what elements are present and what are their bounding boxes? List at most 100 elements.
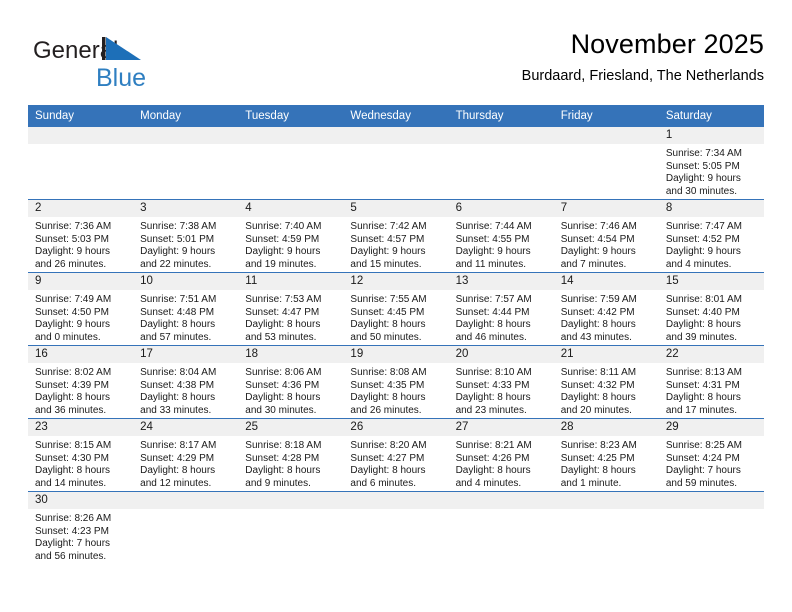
calendar-week-row: 2 Sunrise: 7:36 AM Sunset: 5:03 PM Daylight… xyxy=(28,199,764,273)
sunrise-text: Sunrise: 8:23 AM xyxy=(560,440,637,451)
day-details: Sunrise: 8:18 AM Sunset: 4:28 PM Daylight:… xyxy=(238,436,343,490)
calendar-day-cell[interactable]: 18 Sunrise: 8:06 AM Sunset: 4:36 PM Dayligh… xyxy=(238,345,344,419)
brand-bar-icon xyxy=(102,37,106,60)
day-number-placeholder xyxy=(658,492,764,509)
daylight-text-line2: and 26 minutes. xyxy=(35,258,107,270)
daylight-text-line1: Daylight: 8 hours xyxy=(35,392,111,404)
day-details: Sunrise: 7:40 AM Sunset: 4:59 PM Daylight:… xyxy=(238,217,343,271)
day-number: 8 xyxy=(658,200,764,217)
day-number: 15 xyxy=(658,273,764,290)
daylight-text-line2: and 39 minutes. xyxy=(665,331,738,343)
calendar-empty-cell xyxy=(343,491,449,564)
sunrise-text: Sunrise: 8:25 AM xyxy=(665,440,742,451)
daylight-text-line1: Daylight: 7 hours xyxy=(35,538,111,550)
calendar-empty-cell xyxy=(553,127,659,200)
day-details: Sunrise: 8:23 AM Sunset: 4:25 PM Daylight:… xyxy=(554,436,659,490)
calendar-day-cell[interactable]: 6 Sunrise: 7:44 AM Sunset: 4:55 PM Daylight… xyxy=(448,199,554,273)
calendar-day-cell[interactable]: 21 Sunrise: 8:11 AM Sunset: 4:32 PM Dayligh… xyxy=(553,345,659,419)
calendar-day-cell[interactable]: 19 Sunrise: 8:08 AM Sunset: 4:35 PM Dayligh… xyxy=(343,345,449,419)
calendar-day-cell[interactable]: 14 Sunrise: 7:59 AM Sunset: 4:42 PM Dayligh… xyxy=(553,272,659,346)
calendar-empty-cell xyxy=(658,491,764,564)
calendar-empty-cell xyxy=(343,127,449,200)
sunset-text: Sunset: 4:47 PM xyxy=(245,306,320,318)
day-number-placeholder xyxy=(28,127,134,144)
calendar-day-cell[interactable]: 29 Sunrise: 8:25 AM Sunset: 4:24 PM Dayligh… xyxy=(658,418,764,492)
calendar-day-cell[interactable]: 30 Sunrise: 8:26 AM Sunset: 4:23 PM Dayligh… xyxy=(28,491,134,564)
daylight-text-line2: and 9 minutes. xyxy=(245,477,311,489)
daylight-text-line2: and 50 minutes. xyxy=(350,331,422,343)
calendar-empty-cell xyxy=(448,127,554,200)
day-number: 24 xyxy=(133,419,239,436)
calendar-day-cell[interactable]: 1 Sunrise: 7:34 AM Sunset: 5:05 PM Daylight… xyxy=(658,127,764,200)
daylight-text-line2: and 12 minutes. xyxy=(140,477,212,489)
daylight-text-line1: Daylight: 8 hours xyxy=(560,392,636,404)
daylight-text-line2: and 22 minutes. xyxy=(140,258,212,270)
sunrise-text: Sunrise: 8:17 AM xyxy=(140,440,217,451)
day-number: 1 xyxy=(658,127,764,144)
sunrise-text: Sunrise: 7:42 AM xyxy=(350,221,427,232)
sunrise-text: Sunrise: 7:36 AM xyxy=(35,221,112,232)
sunrise-text: Sunrise: 8:15 AM xyxy=(35,440,112,451)
calendar-day-cell[interactable]: 24 Sunrise: 8:17 AM Sunset: 4:29 PM Dayligh… xyxy=(133,418,239,492)
calendar-day-cell[interactable]: 27 Sunrise: 8:21 AM Sunset: 4:26 PM Dayligh… xyxy=(448,418,554,492)
calendar-day-cell[interactable]: 11 Sunrise: 7:53 AM Sunset: 4:47 PM Dayligh… xyxy=(238,272,344,346)
calendar-day-cell[interactable]: 26 Sunrise: 8:20 AM Sunset: 4:27 PM Dayligh… xyxy=(343,418,449,492)
calendar-day-cell[interactable]: 23 Sunrise: 8:15 AM Sunset: 4:30 PM Dayligh… xyxy=(28,418,134,492)
title-block: November 2025 Burdaard, Friesland, The N… xyxy=(522,28,764,86)
calendar-day-cell[interactable]: 20 Sunrise: 8:10 AM Sunset: 4:33 PM Dayligh… xyxy=(448,345,554,419)
calendar-day-cell[interactable]: 2 Sunrise: 7:36 AM Sunset: 5:03 PM Daylight… xyxy=(28,199,134,273)
calendar-day-cell[interactable]: 17 Sunrise: 8:04 AM Sunset: 4:38 PM Dayligh… xyxy=(133,345,239,419)
calendar-day-cell[interactable]: 12 Sunrise: 7:55 AM Sunset: 4:45 PM Dayligh… xyxy=(343,272,449,346)
day-details: Sunrise: 7:51 AM Sunset: 4:48 PM Daylight:… xyxy=(133,290,238,344)
sunset-text: Sunset: 4:38 PM xyxy=(140,379,215,391)
calendar-day-cell[interactable]: 16 Sunrise: 8:02 AM Sunset: 4:39 PM Dayligh… xyxy=(28,345,134,419)
day-number: 25 xyxy=(238,419,344,436)
day-number: 14 xyxy=(553,273,659,290)
day-number: 2 xyxy=(28,200,134,217)
brand-logo[interactable]: General Blue xyxy=(33,34,233,90)
day-number-placeholder xyxy=(553,492,659,509)
day-number: 10 xyxy=(133,273,239,290)
calendar-day-cell[interactable]: 9 Sunrise: 7:49 AM Sunset: 4:50 PM Daylight… xyxy=(28,272,134,346)
day-number: 29 xyxy=(658,419,764,436)
calendar-day-cell[interactable]: 13 Sunrise: 7:57 AM Sunset: 4:44 PM Dayligh… xyxy=(448,272,554,346)
calendar-day-cell[interactable]: 10 Sunrise: 7:51 AM Sunset: 4:48 PM Dayligh… xyxy=(133,272,239,346)
calendar-day-cell[interactable]: 25 Sunrise: 8:18 AM Sunset: 4:28 PM Dayligh… xyxy=(238,418,344,492)
calendar-empty-cell xyxy=(448,491,554,564)
daylight-text-line1: Daylight: 9 hours xyxy=(560,246,636,258)
sunrise-text: Sunrise: 7:59 AM xyxy=(560,294,637,305)
daylight-text-line1: Daylight: 8 hours xyxy=(245,392,321,404)
day-details: Sunrise: 8:02 AM Sunset: 4:39 PM Daylight:… xyxy=(28,363,133,417)
sunrise-text: Sunrise: 8:13 AM xyxy=(665,367,742,378)
day-number: 6 xyxy=(448,200,554,217)
calendar-day-cell[interactable]: 28 Sunrise: 8:23 AM Sunset: 4:25 PM Dayligh… xyxy=(553,418,659,492)
calendar-day-cell[interactable]: 8 Sunrise: 7:47 AM Sunset: 4:52 PM Daylight… xyxy=(658,199,764,273)
calendar-day-cell[interactable]: 15 Sunrise: 8:01 AM Sunset: 4:40 PM Dayligh… xyxy=(658,272,764,346)
day-number: 20 xyxy=(448,346,554,363)
sunset-text: Sunset: 4:50 PM xyxy=(35,306,109,318)
day-number: 16 xyxy=(28,346,134,363)
calendar-day-cell[interactable]: 22 Sunrise: 8:13 AM Sunset: 4:31 PM Dayligh… xyxy=(658,345,764,419)
sunset-text: Sunset: 4:45 PM xyxy=(350,306,425,318)
calendar-day-cell[interactable]: 5 Sunrise: 7:42 AM Sunset: 4:57 PM Daylight… xyxy=(343,199,449,273)
daylight-text-line1: Daylight: 8 hours xyxy=(560,319,636,331)
day-number: 5 xyxy=(343,200,449,217)
page-header: General Blue November 2025 Burdaard, Fri… xyxy=(28,28,764,98)
sunrise-text: Sunrise: 8:26 AM xyxy=(35,513,112,524)
calendar-day-cell[interactable]: 4 Sunrise: 7:40 AM Sunset: 4:59 PM Daylight… xyxy=(238,199,344,273)
calendar-day-cell[interactable]: 3 Sunrise: 7:38 AM Sunset: 5:01 PM Daylight… xyxy=(133,199,239,273)
daylight-text-line1: Daylight: 9 hours xyxy=(350,246,426,258)
daylight-text-line1: Daylight: 8 hours xyxy=(455,392,531,404)
day-details: Sunrise: 7:47 AM Sunset: 4:52 PM Daylight:… xyxy=(659,217,764,271)
daylight-text-line1: Daylight: 8 hours xyxy=(140,465,216,477)
sunset-text: Sunset: 4:23 PM xyxy=(35,525,109,537)
sunset-text: Sunset: 4:36 PM xyxy=(245,379,320,391)
daylight-text-line1: Daylight: 9 hours xyxy=(455,246,531,258)
sunrise-text: Sunrise: 8:21 AM xyxy=(455,440,532,451)
sunrise-text: Sunrise: 7:46 AM xyxy=(560,221,637,232)
daylight-text-line1: Daylight: 8 hours xyxy=(140,319,216,331)
sunset-text: Sunset: 4:32 PM xyxy=(560,379,635,391)
calendar-day-cell[interactable]: 7 Sunrise: 7:46 AM Sunset: 4:54 PM Daylight… xyxy=(553,199,659,273)
daylight-text-line2: and 33 minutes. xyxy=(140,404,212,416)
daylight-text-line2: and 19 minutes. xyxy=(245,258,317,270)
